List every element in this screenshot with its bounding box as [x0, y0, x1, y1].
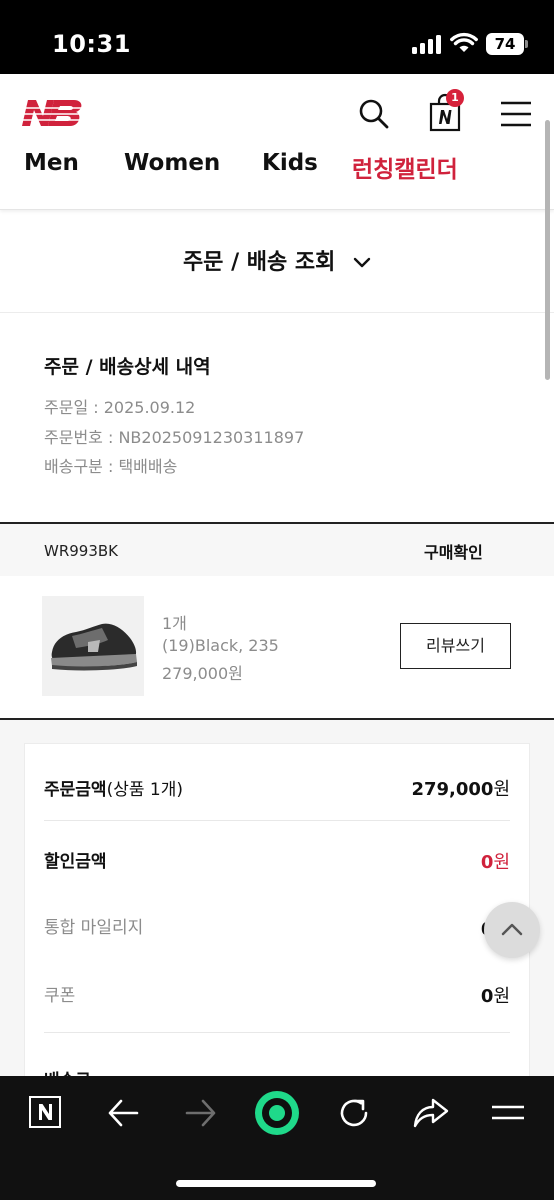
site-header: [0, 74, 554, 210]
cart-count-badge: 1: [446, 89, 464, 107]
currency-unit: 원: [493, 852, 510, 873]
nav-launch-calendar[interactable]: 런칭캘린더: [352, 150, 458, 184]
item-code: WR993BK: [44, 542, 119, 560]
order-amount-label: 주문금액(상품 1개): [44, 775, 183, 800]
nav-kids[interactable]: Kids: [262, 150, 318, 176]
status-bar: 10:31 74: [0, 0, 554, 74]
order-amount-value: 279,000원: [411, 775, 510, 801]
nav-women[interactable]: Women: [124, 150, 220, 176]
write-review-button[interactable]: 리뷰쓰기: [400, 623, 511, 669]
coupon-value: 0원: [481, 982, 510, 1008]
share-icon[interactable]: [412, 1096, 450, 1130]
reload-icon[interactable]: [336, 1095, 372, 1131]
green-dot-icon[interactable]: [254, 1090, 300, 1136]
coupon-label: 쿠폰: [44, 986, 76, 1006]
nb-logo-icon[interactable]: [20, 96, 88, 132]
product-thumbnail[interactable]: [42, 596, 144, 696]
search-icon[interactable]: [358, 98, 390, 130]
menu-icon[interactable]: [500, 100, 532, 128]
discount-label-text: 할인금액: [44, 852, 107, 872]
page-title: 주문 / 배송 조회: [182, 250, 336, 275]
chevron-down-icon: [353, 257, 371, 268]
page-title-dropdown[interactable]: 주문 / 배송 조회: [0, 244, 554, 276]
page-scrollbar[interactable]: [545, 120, 550, 380]
discount-value: 0원: [481, 848, 510, 874]
divider: [44, 1032, 510, 1033]
currency-unit: 원: [493, 779, 510, 800]
cell-signal-icon: [412, 34, 442, 54]
order-amount-label-text: 주문금액: [44, 780, 107, 800]
battery-indicator: 74: [486, 33, 524, 55]
coupon-number: 0: [480, 986, 494, 1007]
mileage-label: 통합 마일리지: [44, 918, 144, 938]
delivery-type: 배송구분 : 택배배송: [44, 457, 178, 476]
divider: [44, 820, 510, 821]
forward-arrow-icon[interactable]: [184, 1098, 218, 1128]
order-amount-sub: (상품 1개): [106, 780, 183, 800]
naver-n-icon[interactable]: [28, 1095, 64, 1131]
discount-label: 할인금액: [44, 847, 107, 872]
page-title-row: 주문 / 배송 조회: [0, 210, 554, 313]
order-date: 주문일 : 2025.09.12: [44, 398, 196, 417]
battery-tip: [525, 40, 528, 48]
item-price: 279,000원: [162, 664, 243, 683]
status-time: 10:31: [52, 30, 131, 58]
home-indicator[interactable]: [176, 1180, 376, 1187]
item-option: (19)Black, 235: [162, 636, 279, 655]
order-number: 주문번호 : NB2025091230311897: [44, 428, 305, 447]
scroll-top-button[interactable]: [484, 902, 540, 958]
item-status: 구매확인: [424, 543, 483, 562]
item-quantity: 1개: [162, 614, 187, 633]
wifi-icon: [450, 32, 478, 52]
currency-unit: 원: [493, 986, 510, 1007]
back-arrow-icon[interactable]: [106, 1098, 140, 1128]
order-detail-title: 주문 / 배송상세 내역: [44, 356, 211, 378]
hamburger-icon[interactable]: [490, 1100, 526, 1126]
order-amount-number: 279,000: [411, 779, 494, 800]
chevron-up-icon: [501, 923, 523, 936]
nav-men[interactable]: Men: [24, 150, 79, 176]
discount-number: 0: [480, 852, 494, 873]
